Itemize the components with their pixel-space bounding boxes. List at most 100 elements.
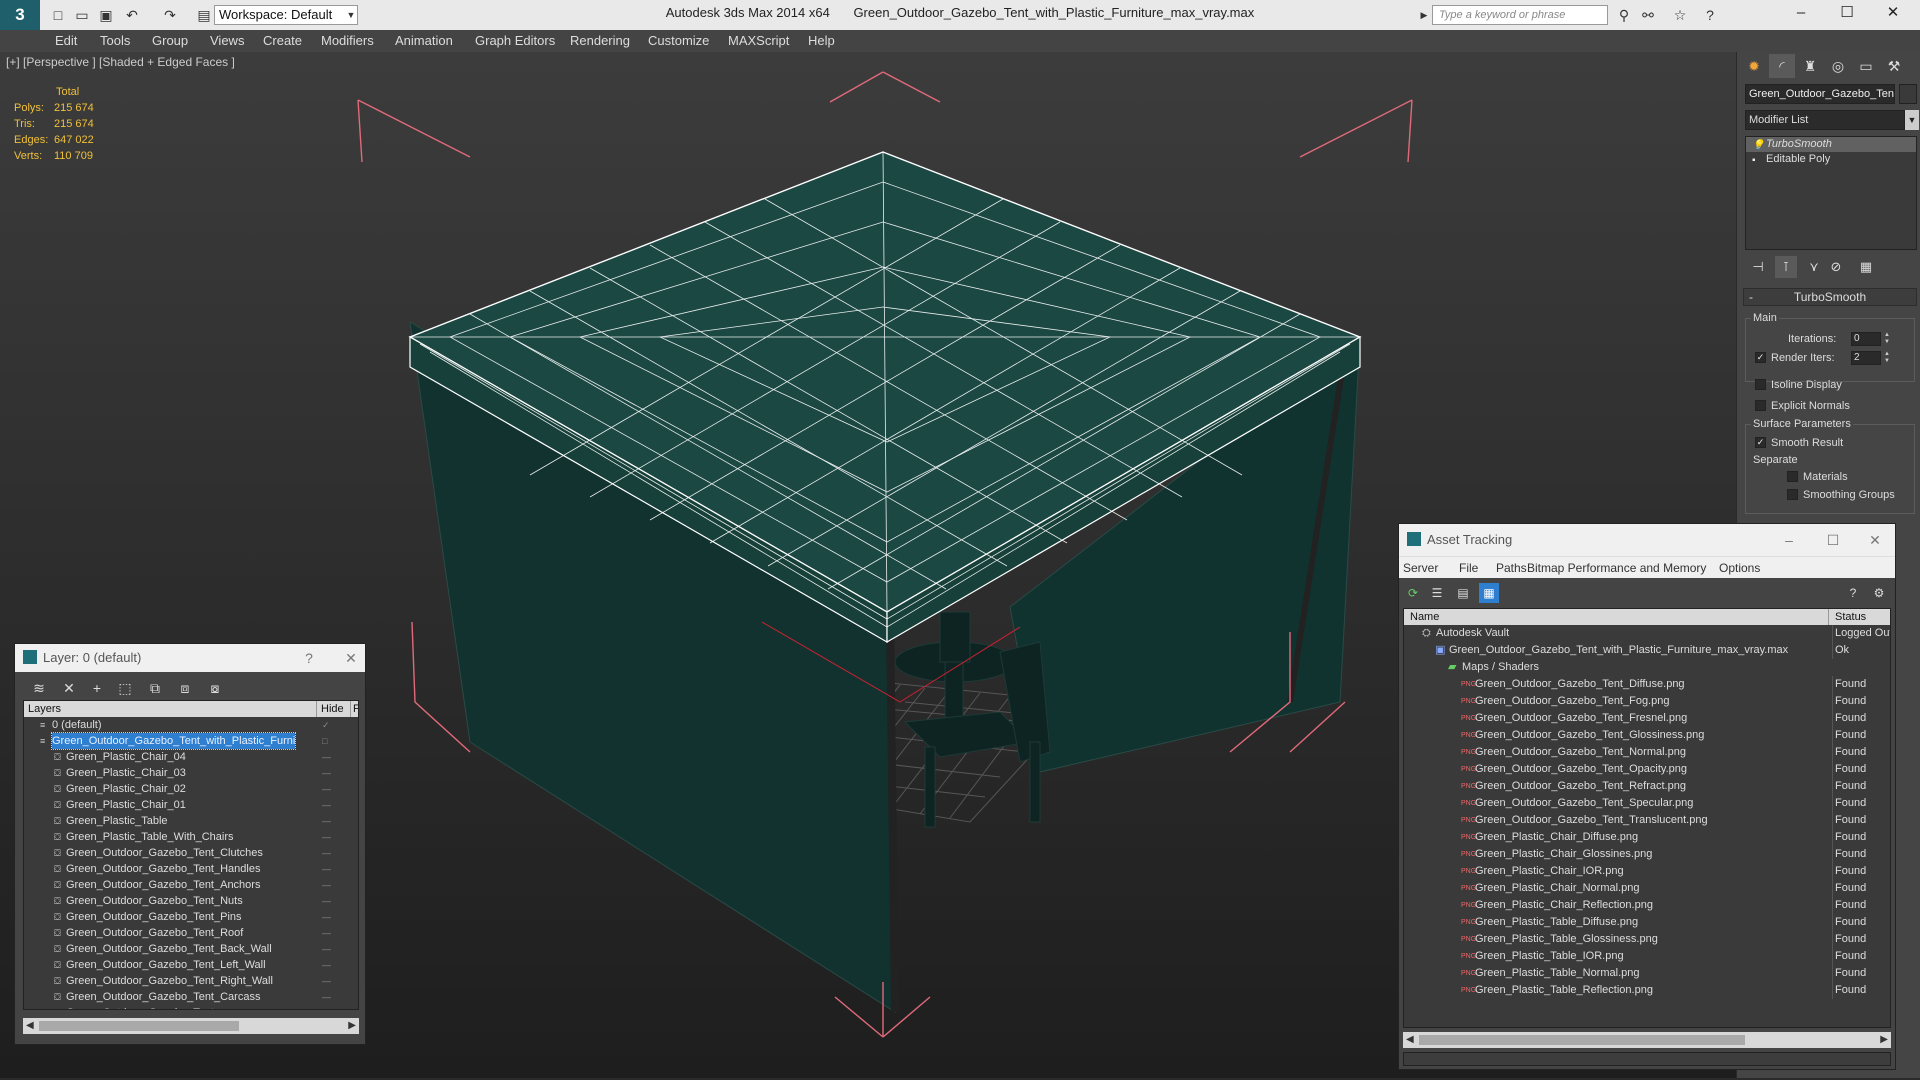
hide-toggle-icon[interactable]: ✓	[322, 717, 330, 733]
select-objects-icon[interactable]: ⬚	[113, 678, 137, 698]
menu-modifiers[interactable]: Modifiers	[321, 30, 374, 52]
asset-row[interactable]: PNG Green_Plastic_Table_Reflection.png Fou…	[1404, 982, 1890, 999]
menu-file[interactable]: File	[1459, 557, 1478, 579]
hide-toggle-icon[interactable]: ―	[322, 941, 331, 957]
modifier-list-dropdown[interactable]: Modifier List	[1745, 110, 1905, 130]
expand-plus-icon[interactable]: ▪	[1752, 153, 1756, 168]
hide-toggle-icon[interactable]: ―	[322, 781, 331, 797]
layer-row[interactable]: ⛋ Green_Outdoor_Gazebo_Tent ―	[24, 1005, 358, 1009]
materials-checkbox[interactable]	[1787, 471, 1798, 482]
save-file-icon[interactable]: ▣	[96, 5, 116, 25]
open-file-icon[interactable]: ▭	[72, 5, 92, 25]
undo-icon[interactable]: ↶	[122, 5, 142, 25]
asset-row[interactable]: PNG Green_Plastic_Chair_Diffuse.png Found	[1404, 829, 1890, 846]
utilities-tab-icon[interactable]: ⚒	[1881, 54, 1907, 78]
project-folder-icon[interactable]: ▤	[194, 5, 214, 25]
pin-stack-icon[interactable]: ⊣	[1747, 256, 1769, 278]
help-icon[interactable]: ?	[1700, 5, 1720, 25]
horizontal-scrollbar[interactable]: ◀ ▶	[23, 1018, 359, 1034]
asset-row[interactable]: PNG Green_Outdoor_Gazebo_Tent_Translucent…	[1404, 812, 1890, 829]
asset-row[interactable]: PNG Green_Plastic_Table_IOR.png Found	[1404, 948, 1890, 965]
layer-row[interactable]: ⛋ Green_Plastic_Chair_01 ―	[24, 797, 358, 813]
hide-toggle-icon[interactable]: ―	[322, 909, 331, 925]
highlight-layer-icon[interactable]: ⧈	[173, 678, 197, 698]
make-unique-icon[interactable]: ⋎	[1803, 256, 1825, 278]
menu-rendering[interactable]: Rendering	[570, 30, 630, 52]
layer-row[interactable]: ⛋ Green_Plastic_Chair_04 ―	[24, 749, 358, 765]
layer-row[interactable]: ⛋ Green_Outdoor_Gazebo_Tent_Nuts ―	[24, 893, 358, 909]
menu-edit[interactable]: Edit	[55, 30, 77, 52]
hide-all-layers-icon[interactable]: ⧇	[203, 678, 227, 698]
horizontal-scrollbar[interactable]: ◀ ▶	[1403, 1032, 1891, 1048]
hide-toggle-icon[interactable]: ―	[322, 749, 331, 765]
col-layers[interactable]: Layers	[28, 701, 61, 717]
hide-toggle-icon[interactable]: ―	[322, 925, 331, 941]
asset-row[interactable]: PNG Green_Outdoor_Gazebo_Tent_Specular.pn…	[1404, 795, 1890, 812]
menu-tools[interactable]: Tools	[100, 30, 130, 52]
create-tab-icon[interactable]: ✹	[1741, 54, 1767, 78]
hide-toggle-icon[interactable]: ―	[322, 829, 331, 845]
minimize-icon[interactable]: –	[1769, 524, 1809, 556]
options-icon[interactable]: ⚙	[1869, 583, 1889, 603]
hide-toggle-icon[interactable]: ―	[322, 973, 331, 989]
hide-toggle-icon[interactable]: □	[322, 733, 327, 749]
close-icon[interactable]: ✕	[339, 644, 363, 672]
asset-row[interactable]: PNG Green_Plastic_Table_Normal.png Found	[1404, 965, 1890, 982]
show-end-result-icon[interactable]: ⊺	[1775, 256, 1797, 278]
display-tab-icon[interactable]: ▭	[1853, 54, 1879, 78]
layers-icon[interactable]: ≋	[27, 678, 51, 698]
asset-row[interactable]: ⛭ Autodesk Vault Logged Out	[1404, 625, 1890, 642]
menu-bitmap-performance[interactable]: Bitmap Performance and Memory	[1527, 557, 1706, 579]
redo-icon[interactable]: ↷	[160, 5, 180, 25]
menu-group[interactable]: Group	[152, 30, 188, 52]
hide-toggle-icon[interactable]: ―	[322, 813, 331, 829]
smooth-result-checkbox[interactable]: ✓	[1755, 437, 1766, 448]
layer-row[interactable]: ⛋ Green_Plastic_Table ―	[24, 813, 358, 829]
hide-toggle-icon[interactable]: ―	[322, 765, 331, 781]
menu-create[interactable]: Create	[263, 30, 302, 52]
app-logo-icon[interactable]: 3	[0, 0, 40, 30]
minimize-icon[interactable]: –	[1778, 0, 1824, 26]
asset-row[interactable]: PNG Green_Plastic_Table_Diffuse.png Found	[1404, 914, 1890, 931]
asset-row[interactable]: PNG Green_Outdoor_Gazebo_Tent_Diffuse.png…	[1404, 676, 1890, 693]
menu-help[interactable]: Help	[808, 30, 835, 52]
hide-toggle-icon[interactable]: ―	[322, 797, 331, 813]
chevron-down-icon[interactable]: ▼	[1905, 110, 1919, 130]
stack-item-editable-poly[interactable]: ▪ Editable Poly	[1746, 152, 1916, 167]
render-iters-spinner[interactable]: 2	[1851, 351, 1881, 365]
menu-server[interactable]: Server	[1403, 557, 1438, 579]
chevron-down-icon[interactable]: ▼	[344, 5, 358, 25]
menu-maxscript[interactable]: MAXScript	[728, 30, 789, 52]
layer-row[interactable]: ⛋ Green_Outdoor_Gazebo_Tent_Pins ―	[24, 909, 358, 925]
workspace-dropdown[interactable]: Workspace: Default	[214, 5, 358, 25]
scroll-thumb[interactable]	[39, 1021, 239, 1031]
layer-row[interactable]: ⛋ Green_Outdoor_Gazebo_Tent_Anchors ―	[24, 877, 358, 893]
asset-row[interactable]: PNG Green_Outdoor_Gazebo_Tent_Refract.png…	[1404, 778, 1890, 795]
new-file-icon[interactable]: □	[48, 5, 68, 25]
iterations-spinner[interactable]: 0	[1851, 332, 1881, 346]
smoothing-groups-checkbox[interactable]	[1787, 489, 1798, 500]
asset-row[interactable]: PNG Green_Plastic_Chair_Glossines.png Foun…	[1404, 846, 1890, 863]
asset-row[interactable]: PNG Green_Plastic_Chair_Reflection.png Fou…	[1404, 897, 1890, 914]
layer-row[interactable]: ⛋ Green_Outdoor_Gazebo_Tent_Carcass ―	[24, 989, 358, 1005]
asset-row[interactable]: PNG Green_Outdoor_Gazebo_Tent_Normal.png F…	[1404, 744, 1890, 761]
layer-row[interactable]: ⛋ Green_Outdoor_Gazebo_Tent_Roof ―	[24, 925, 358, 941]
list-view-icon[interactable]: ☰	[1427, 583, 1447, 603]
motion-tab-icon[interactable]: ◎	[1825, 54, 1851, 78]
select-layer-icon[interactable]: ⧉	[143, 678, 167, 698]
asset-row[interactable]: ▰ Maps / Shaders	[1404, 659, 1890, 676]
asset-row[interactable]: PNG Green_Outdoor_Gazebo_Tent_Glossiness.…	[1404, 727, 1890, 744]
tree-view-icon[interactable]: ▤	[1453, 583, 1473, 603]
modify-tab-icon[interactable]: ◜	[1769, 54, 1795, 78]
render-iters-checkbox[interactable]: ✓	[1755, 352, 1766, 363]
asset-row[interactable]: PNG Green_Plastic_Table_Glossiness.png Fou…	[1404, 931, 1890, 948]
asset-row[interactable]: PNG Green_Outdoor_Gazebo_Tent_Opacity.png…	[1404, 761, 1890, 778]
menu-graph-editors[interactable]: Graph Editors	[475, 30, 555, 52]
search-expand-icon[interactable]: ▶	[1418, 5, 1430, 25]
layer-row[interactable]: ⛋ Green_Plastic_Table_With_Chairs ―	[24, 829, 358, 845]
close-icon[interactable]: ✕	[1870, 0, 1916, 26]
binoculars-icon[interactable]: ⚲	[1614, 5, 1634, 25]
hide-toggle-icon[interactable]: ―	[322, 893, 331, 909]
scroll-left-icon[interactable]: ◀	[1406, 1032, 1414, 1048]
stack-item-turbosmooth[interactable]: 💡 TurboSmooth	[1746, 137, 1916, 152]
